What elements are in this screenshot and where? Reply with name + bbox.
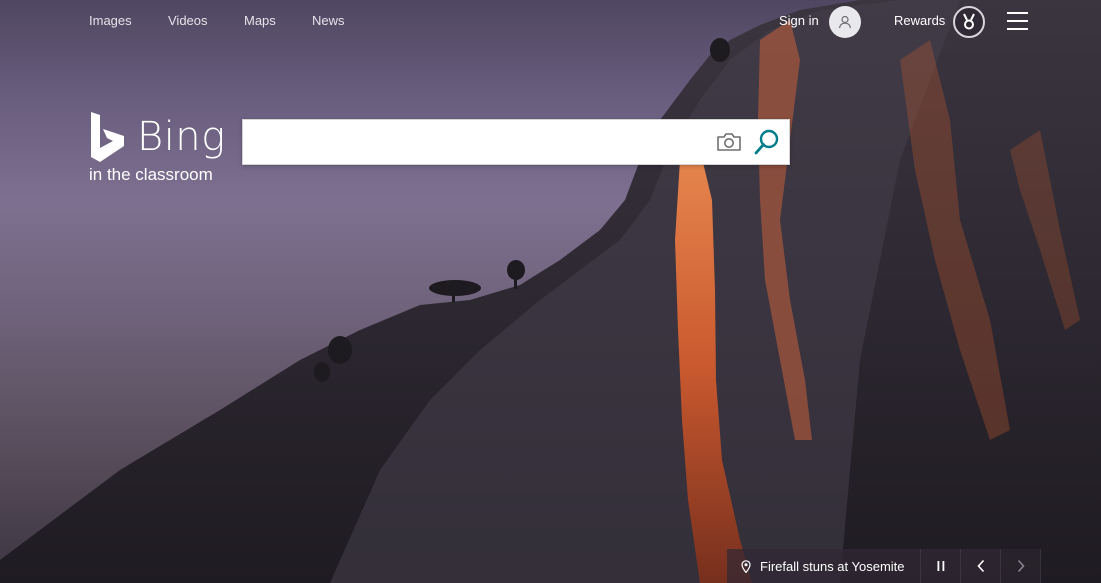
image-caption-text: Firefall stuns at Yosemite [760,558,905,574]
pause-button[interactable] [921,549,961,583]
map-pin-icon [741,559,751,573]
image-caption[interactable]: Firefall stuns at Yosemite [727,549,921,583]
search-box [242,119,790,165]
bing-b-icon [91,112,124,162]
nav-link-videos[interactable]: Videos [168,13,208,28]
sign-in-link[interactable]: Sign in [779,13,819,28]
logo-subtitle: in the classroom [89,165,213,184]
hamburger-icon[interactable] [1007,12,1029,30]
camera-icon[interactable] [713,128,745,156]
next-image-button[interactable] [1001,549,1041,583]
nav-link-images[interactable]: Images [89,13,132,28]
search-input[interactable] [253,126,707,160]
background-image [0,0,1101,583]
yosemite-cliff-illustration [0,0,1101,583]
user-icon[interactable] [829,6,861,38]
nav-link-maps[interactable]: Maps [244,13,276,28]
chevron-left-icon [976,559,984,573]
image-info-bar: Firefall stuns at Yosemite [727,549,1041,583]
medal-icon[interactable] [953,6,985,38]
pause-icon [937,561,944,571]
rewards-link[interactable]: Rewards [894,13,945,28]
nav-link-news[interactable]: News [312,13,345,28]
logo-wordmark: Bing [137,114,226,160]
chevron-right-icon [1017,559,1025,573]
bing-logo[interactable]: Bing in the classroom [89,112,225,184]
search-icon[interactable] [751,126,783,158]
top-navigation: Images Videos Maps News Sign in Rewards [0,0,1101,42]
previous-image-button[interactable] [961,549,1001,583]
